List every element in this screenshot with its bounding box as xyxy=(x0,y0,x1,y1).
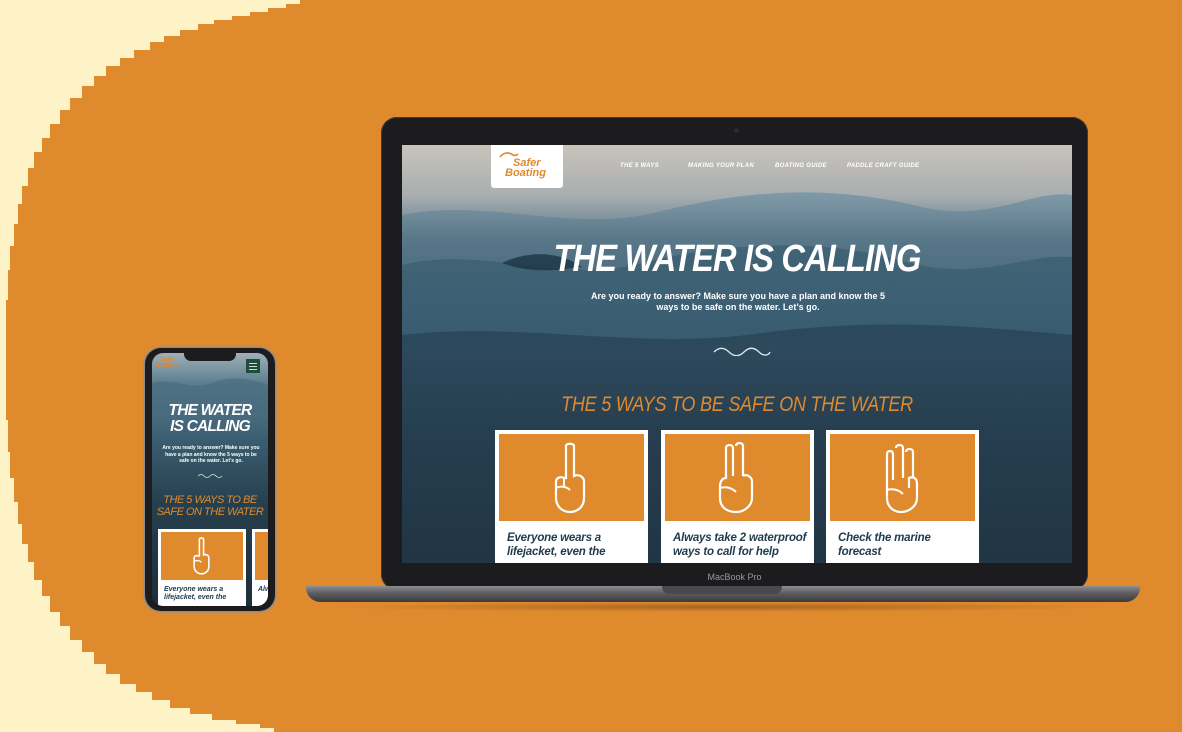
laptop-camera xyxy=(734,128,739,133)
phone-way-card-1-text: Everyone wears a lifejacket, even the xyxy=(164,586,227,601)
phone-logo[interactable]: Safer Boating xyxy=(156,357,178,369)
phone-hero-title: THE WATER IS CALLING xyxy=(168,402,253,435)
ways-section-title: THE 5 WAYS TO BE SAFE ON THE WATER xyxy=(561,393,913,416)
phone-notch xyxy=(184,352,236,361)
laptop-screen: Safer Boating THE 5 WAYS MAKING YOUR PLA… xyxy=(402,145,1072,563)
phone-screen: Safer Boating THE WATER IS CALLING Are y… xyxy=(152,353,268,606)
phone-ways-title: THE 5 WAYS TO BE SAFE ON THE WATER xyxy=(156,494,264,518)
three-finger-hand-icon xyxy=(885,443,919,514)
nav-item-paddle-craft[interactable]: PADDLE CRAFT GUIDE xyxy=(847,163,919,169)
hero-title: THE WATER IS CALLING xyxy=(553,238,921,280)
phone-way-card-1[interactable]: Everyone wears a lifejacket, even the xyxy=(158,529,246,606)
way-card-1[interactable]: Everyone wears a lifejacket, even the xyxy=(495,430,648,563)
wave-divider-icon xyxy=(713,347,771,356)
way-card-2-text: Always take 2 waterproof ways to call fo… xyxy=(673,532,807,558)
one-finger-hand-icon xyxy=(554,442,586,514)
phone-way-card-2-text: Alw xyxy=(258,586,268,593)
nav-item-boating-guide[interactable]: BOATING GUIDE xyxy=(775,163,827,169)
phone-wave-divider-icon xyxy=(197,474,223,478)
phone-one-finger-hand-icon xyxy=(193,537,210,575)
device-label: MacBook Pro xyxy=(707,572,762,582)
main-nav: THE 5 WAYS MAKING YOUR PLAN BOATING GUID… xyxy=(402,163,1072,173)
phone-way-card-2[interactable]: Alw xyxy=(252,529,268,606)
nav-item-5-ways[interactable]: THE 5 WAYS xyxy=(620,163,659,169)
phone-hero-subtitle: Are you ready to answer? Make sure you h… xyxy=(162,445,260,464)
two-finger-hand-icon xyxy=(718,442,754,514)
hamburger-menu-icon[interactable] xyxy=(246,359,260,373)
laptop-shadow xyxy=(330,602,1116,612)
way-card-3[interactable]: Check the marine forecast xyxy=(826,430,979,563)
hero-subtitle: Are you ready to answer? Make sure you h… xyxy=(590,291,886,312)
way-card-2[interactable]: Always take 2 waterproof ways to call fo… xyxy=(661,430,814,563)
way-card-1-text: Everyone wears a lifejacket, even the xyxy=(507,532,606,558)
way-card-3-text: Check the marine forecast xyxy=(838,532,931,558)
laptop-hinge-notch xyxy=(662,586,782,594)
nav-item-making-plan[interactable]: MAKING YOUR PLAN xyxy=(688,163,754,169)
